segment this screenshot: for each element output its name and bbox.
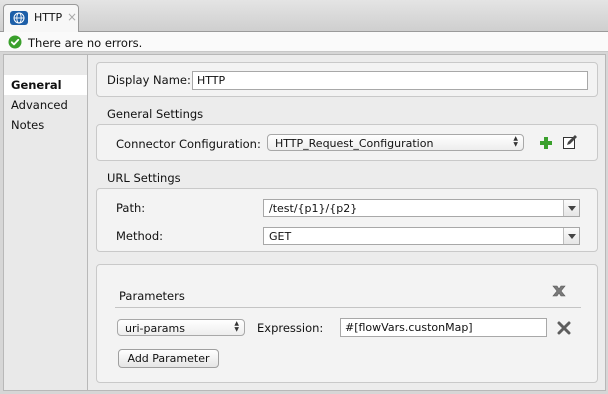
- parameters-divider: [115, 307, 581, 308]
- url-settings-box: Path: /test/{p1}/{p2} Method: GET: [96, 188, 598, 252]
- chevron-down-icon: [568, 206, 576, 211]
- param-type-select[interactable]: uri-params ▲ ▼: [117, 319, 245, 336]
- parameters-title: Parameters: [119, 289, 185, 303]
- expression-label: Expression:: [257, 321, 324, 335]
- remove-all-icon[interactable]: [550, 282, 568, 300]
- connector-config-label: Connector Configuration:: [116, 137, 261, 151]
- general-settings-label: General Settings: [107, 107, 204, 121]
- display-name-box: Display Name:: [96, 62, 598, 97]
- expression-input[interactable]: [340, 318, 547, 337]
- url-settings-label: URL Settings: [107, 171, 181, 185]
- tab-http[interactable]: HTTP ×: [3, 4, 79, 32]
- method-label: Method:: [116, 229, 164, 243]
- method-combo[interactable]: GET: [263, 227, 580, 245]
- sidebar-item-advanced[interactable]: Advanced: [4, 95, 88, 115]
- display-name-label: Display Name:: [107, 73, 191, 87]
- select-arrows-icon: ▲ ▼: [513, 135, 518, 148]
- editor-tab-bar: HTTP ×: [0, 0, 608, 32]
- path-value: /test/{p1}/{p2}: [269, 202, 358, 215]
- edit-config-icon[interactable]: [562, 134, 578, 150]
- display-name-input[interactable]: [192, 71, 588, 90]
- path-combo[interactable]: /test/{p1}/{p2}: [263, 199, 580, 217]
- path-label: Path:: [116, 201, 146, 215]
- select-arrows-icon: ▲ ▼: [234, 320, 239, 333]
- status-message: There are no errors.: [28, 36, 143, 50]
- param-type-value: uri-params: [125, 322, 185, 335]
- tab-title: HTTP: [34, 11, 63, 24]
- sidebar-item-notes[interactable]: Notes: [4, 115, 88, 135]
- method-value: GET: [269, 230, 292, 243]
- close-icon[interactable]: ×: [67, 10, 77, 24]
- add-config-icon[interactable]: [539, 136, 553, 150]
- chevron-down-icon: [568, 234, 576, 239]
- globe-icon: [10, 11, 28, 25]
- status-bar: There are no errors.: [0, 32, 608, 52]
- path-dropdown-button[interactable]: [563, 200, 579, 216]
- add-parameter-button[interactable]: Add Parameter: [118, 349, 219, 368]
- general-panel: Display Name: General Settings Connector…: [87, 54, 606, 391]
- remove-parameter-icon[interactable]: [557, 321, 571, 335]
- method-dropdown-button[interactable]: [563, 228, 579, 244]
- check-circle-icon: [8, 35, 22, 49]
- connector-config-select[interactable]: HTTP_Request_Configuration ▲ ▼: [267, 134, 524, 151]
- general-settings-box: Connector Configuration: HTTP_Request_Co…: [96, 124, 598, 161]
- sidebar-item-general[interactable]: General: [4, 75, 88, 95]
- connector-config-value: HTTP_Request_Configuration: [275, 137, 434, 150]
- sidebar: General Advanced Notes: [3, 54, 88, 391]
- parameters-box: Parameters uri-params ▲▼ Expression: Add…: [96, 264, 598, 383]
